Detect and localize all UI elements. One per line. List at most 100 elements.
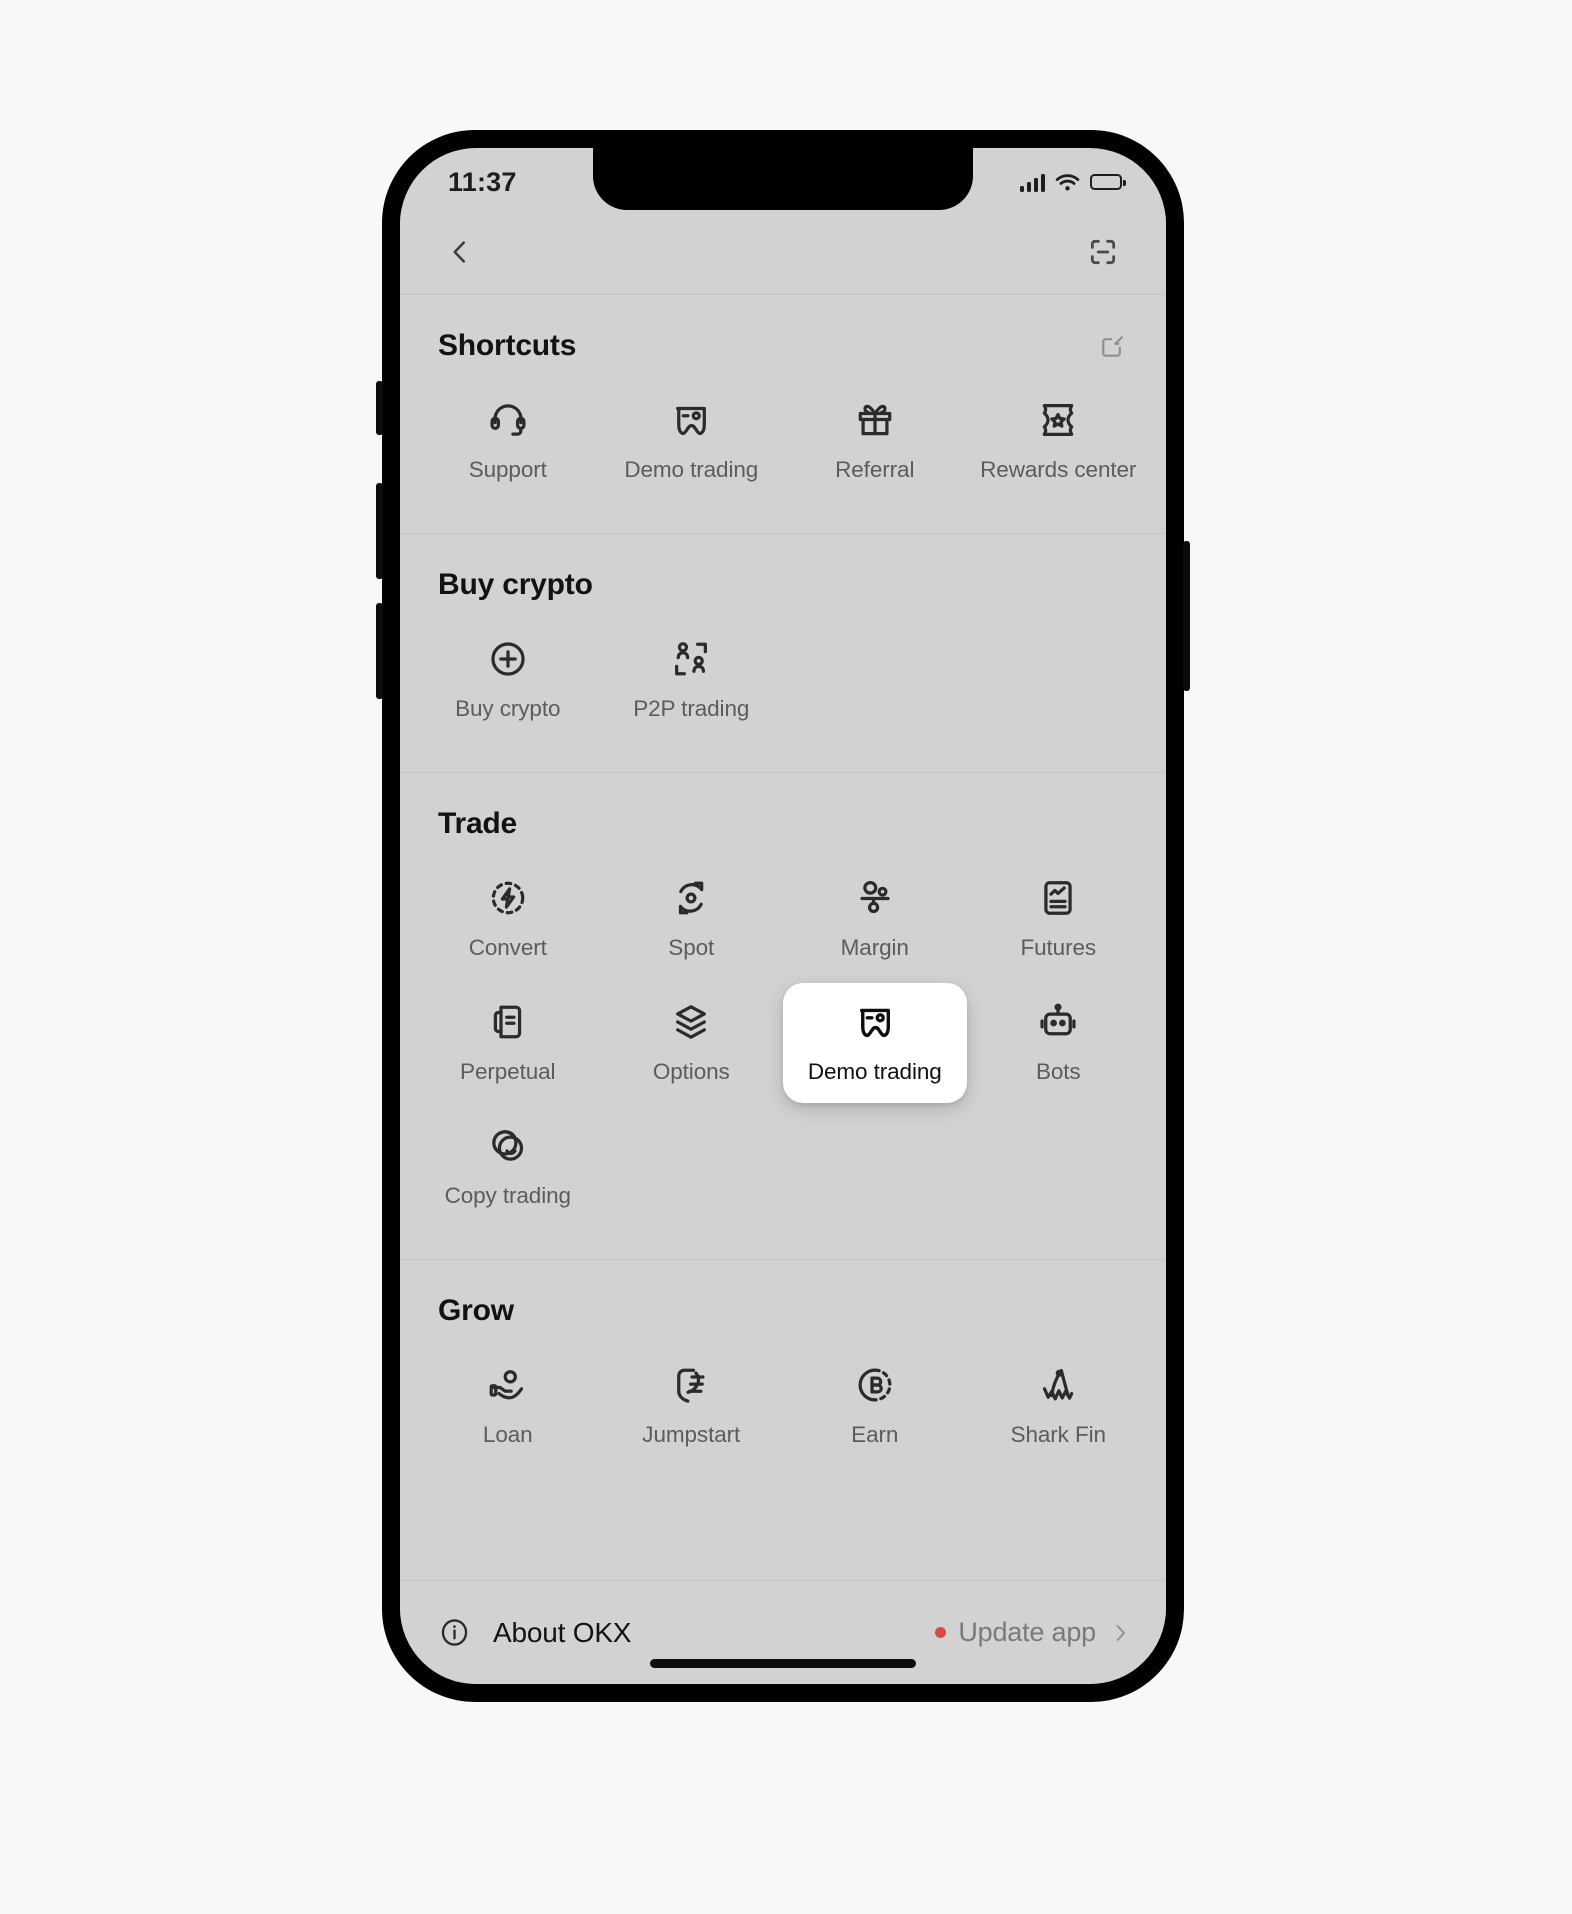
- volume-down-button[interactable]: [376, 603, 383, 699]
- phone-frame: 11:37 Shortcuts Support Demo trading Ref…: [376, 131, 1190, 1701]
- notch: [593, 148, 973, 210]
- section-buy-crypto: Buy crypto Buy crypto P2P trading: [400, 534, 1166, 772]
- section-trade: Trade Convert Spot Margin Futures Perpet…: [400, 773, 1166, 1259]
- scan-qr-icon[interactable]: [1080, 229, 1126, 275]
- grid-spacer: [600, 1107, 784, 1227]
- power-button[interactable]: [1183, 541, 1190, 691]
- tile-label: P2P trading: [633, 696, 750, 721]
- grid-spacer: [967, 620, 1151, 740]
- buy-crypto-header: Buy crypto: [400, 534, 1166, 610]
- home-indicator[interactable]: [650, 1659, 916, 1668]
- copy-circles-icon: [485, 1123, 531, 1169]
- phone-screen: 11:37 Shortcuts Support Demo trading Ref…: [400, 148, 1166, 1684]
- section-title: Grow: [438, 1294, 514, 1327]
- tile-label: Referral: [835, 457, 915, 482]
- jumpstart-icon: [668, 1362, 714, 1408]
- headset-icon: [485, 397, 531, 443]
- tile-label: Shark Fin: [1010, 1422, 1106, 1447]
- balance-scale-icon: [852, 875, 898, 921]
- shortcuts-grid: Support Demo trading Referral Rewards ce…: [400, 371, 1166, 527]
- bolt-dashed-circle-icon: [485, 875, 531, 921]
- battery-icon: [1090, 174, 1126, 190]
- chevron-right-icon: [1108, 1621, 1132, 1645]
- tile-label: Bots: [1035, 1059, 1081, 1084]
- tile-perpetual[interactable]: Perpetual: [416, 983, 600, 1103]
- tile-referral[interactable]: Referral: [783, 381, 967, 501]
- ticket-star-icon: [1035, 397, 1081, 443]
- tile-margin[interactable]: Margin: [783, 859, 967, 979]
- volume-up-button[interactable]: [376, 483, 383, 579]
- tile-demo-trading[interactable]: Demo trading: [783, 983, 967, 1103]
- gift-icon: [852, 397, 898, 443]
- buy-crypto-grid: Buy crypto P2P trading: [400, 610, 1166, 766]
- back-button[interactable]: [438, 230, 482, 274]
- tile-label: Buy crypto: [455, 696, 561, 721]
- tile-spot[interactable]: Spot: [600, 859, 784, 979]
- chart-document-icon: [1035, 875, 1081, 921]
- tile-buy-crypto[interactable]: Buy crypto: [416, 620, 600, 740]
- tile-label: Spot: [668, 935, 715, 960]
- plus-circle-icon: [485, 636, 531, 682]
- screenshot-canvas: 11:37 Shortcuts Support Demo trading Ref…: [0, 0, 1572, 1914]
- demo-goggles-icon: [852, 999, 898, 1045]
- p2p-people-icon: [668, 636, 714, 682]
- tile-label: Copy trading: [444, 1183, 571, 1208]
- tile-copy-trading[interactable]: Copy trading: [416, 1107, 600, 1227]
- section-title: Trade: [438, 807, 518, 840]
- robot-icon: [1035, 999, 1081, 1045]
- tile-convert[interactable]: Convert: [416, 859, 600, 979]
- tile-label: Support: [468, 457, 547, 482]
- mute-switch[interactable]: [376, 381, 383, 435]
- tile-label: Earn: [851, 1422, 899, 1447]
- tile-shark-fin[interactable]: Shark Fin: [967, 1346, 1151, 1466]
- tile-support[interactable]: Support: [416, 381, 600, 501]
- info-circle-icon: [438, 1616, 471, 1649]
- update-app-label: Update app: [958, 1617, 1096, 1647]
- update-app-group[interactable]: Update app: [935, 1617, 1132, 1648]
- cellular-signal-icon: [1019, 173, 1045, 192]
- section-title: Buy crypto: [438, 568, 593, 601]
- grid-spacer: [967, 1107, 1151, 1227]
- tile-label: Demo trading: [807, 1059, 942, 1084]
- refresh-dot-icon: [668, 875, 714, 921]
- wifi-icon: [1055, 173, 1080, 192]
- status-icons: [1019, 173, 1126, 192]
- shortcuts-header: Shortcuts: [400, 295, 1166, 371]
- tile-label: Demo trading: [624, 457, 759, 482]
- hand-coin-icon: [485, 1362, 531, 1408]
- tile-loan[interactable]: Loan: [416, 1346, 600, 1466]
- status-time: 11:37: [448, 166, 517, 197]
- tile-label: Perpetual: [460, 1059, 556, 1084]
- grow-grid: Loan Jumpstart Earn Shark Fin: [400, 1336, 1166, 1492]
- tile-options[interactable]: Options: [600, 983, 784, 1103]
- tile-label: Rewards center: [980, 457, 1137, 482]
- demo-goggles-icon: [668, 397, 714, 443]
- tile-futures[interactable]: Futures: [967, 859, 1151, 979]
- tile-label: Loan: [482, 1422, 533, 1447]
- tile-earn[interactable]: Earn: [783, 1346, 967, 1466]
- tile-label: Jumpstart: [642, 1422, 741, 1447]
- tile-label: Options: [652, 1059, 730, 1084]
- section-grow: Grow Loan Jumpstart Earn Shark Fin: [400, 1260, 1166, 1498]
- tile-label: Margin: [840, 935, 909, 960]
- grow-header: Grow: [400, 1260, 1166, 1336]
- tile-jumpstart[interactable]: Jumpstart: [600, 1346, 784, 1466]
- about-okx-group[interactable]: About OKX: [438, 1616, 631, 1649]
- tile-label: Convert: [468, 935, 547, 960]
- tile-rewards-center[interactable]: Rewards center: [967, 381, 1151, 501]
- section-title: Shortcuts: [438, 329, 577, 362]
- grid-spacer: [783, 1107, 967, 1227]
- update-badge-dot: [935, 1627, 947, 1638]
- perpetual-card-icon: [485, 999, 531, 1045]
- tile-demo-trading-shortcut[interactable]: Demo trading: [600, 381, 784, 501]
- shark-fin-icon: [1035, 1362, 1081, 1408]
- tile-p2p-trading[interactable]: P2P trading: [600, 620, 784, 740]
- layers-icon: [668, 999, 714, 1045]
- about-footer-row[interactable]: About OKX Update app: [400, 1580, 1166, 1684]
- tile-bots[interactable]: Bots: [967, 983, 1151, 1103]
- tile-label: Futures: [1020, 935, 1097, 960]
- section-shortcuts: Shortcuts Support Demo trading Referral …: [400, 295, 1166, 533]
- app-content: Shortcuts Support Demo trading Referral …: [400, 210, 1166, 1684]
- app-navbar: [400, 210, 1166, 294]
- edit-square-icon[interactable]: [1099, 333, 1126, 360]
